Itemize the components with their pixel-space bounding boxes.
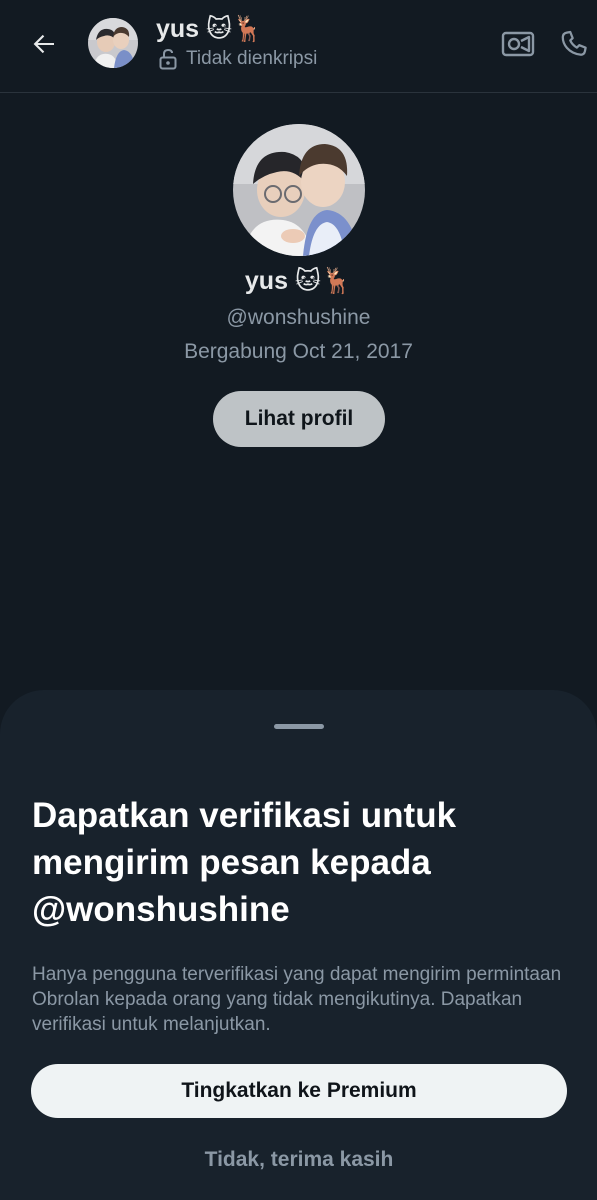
phone-icon — [561, 30, 587, 56]
video-call-button[interactable] — [498, 24, 538, 64]
unlock-icon — [159, 48, 177, 70]
chat-screen: yus 🐱🦌 Tidak dienkripsi yus 🐱🦌 @wonshush… — [0, 0, 597, 1200]
view-profile-button[interactable]: Lihat profil — [213, 391, 385, 447]
profile-name: yus 🐱🦌 — [244, 267, 353, 295]
sheet-title: Dapatkan verifikasi untuk mengirim pesan… — [32, 796, 457, 929]
profile-join-date: Bergabung Oct 21, 2017 — [184, 340, 413, 363]
video-call-icon — [501, 31, 535, 57]
sheet-description: Hanya pengguna terverifikasi yang dapat … — [32, 964, 562, 1035]
profile-avatar[interactable] — [233, 124, 365, 256]
sheet-drag-handle[interactable] — [274, 724, 324, 729]
back-button[interactable] — [24, 24, 64, 64]
header-avatar[interactable] — [88, 18, 138, 68]
profile-handle: @wonshushine — [226, 306, 371, 329]
voice-call-button[interactable] — [554, 24, 594, 64]
verification-bottom-sheet: Dapatkan verifikasi untuk mengirim pesan… — [0, 690, 597, 1200]
chat-header: yus 🐱🦌 Tidak dienkripsi — [0, 0, 597, 93]
decline-button[interactable]: Tidak, terima kasih — [31, 1140, 567, 1180]
arrow-left-icon — [33, 34, 54, 54]
encryption-status-label: Tidak dienkripsi — [186, 48, 318, 69]
header-contact-name[interactable]: yus 🐱🦌 — [156, 14, 263, 44]
encryption-status: Tidak dienkripsi — [158, 48, 317, 70]
upgrade-premium-button[interactable]: Tingkatkan ke Premium — [31, 1064, 567, 1118]
